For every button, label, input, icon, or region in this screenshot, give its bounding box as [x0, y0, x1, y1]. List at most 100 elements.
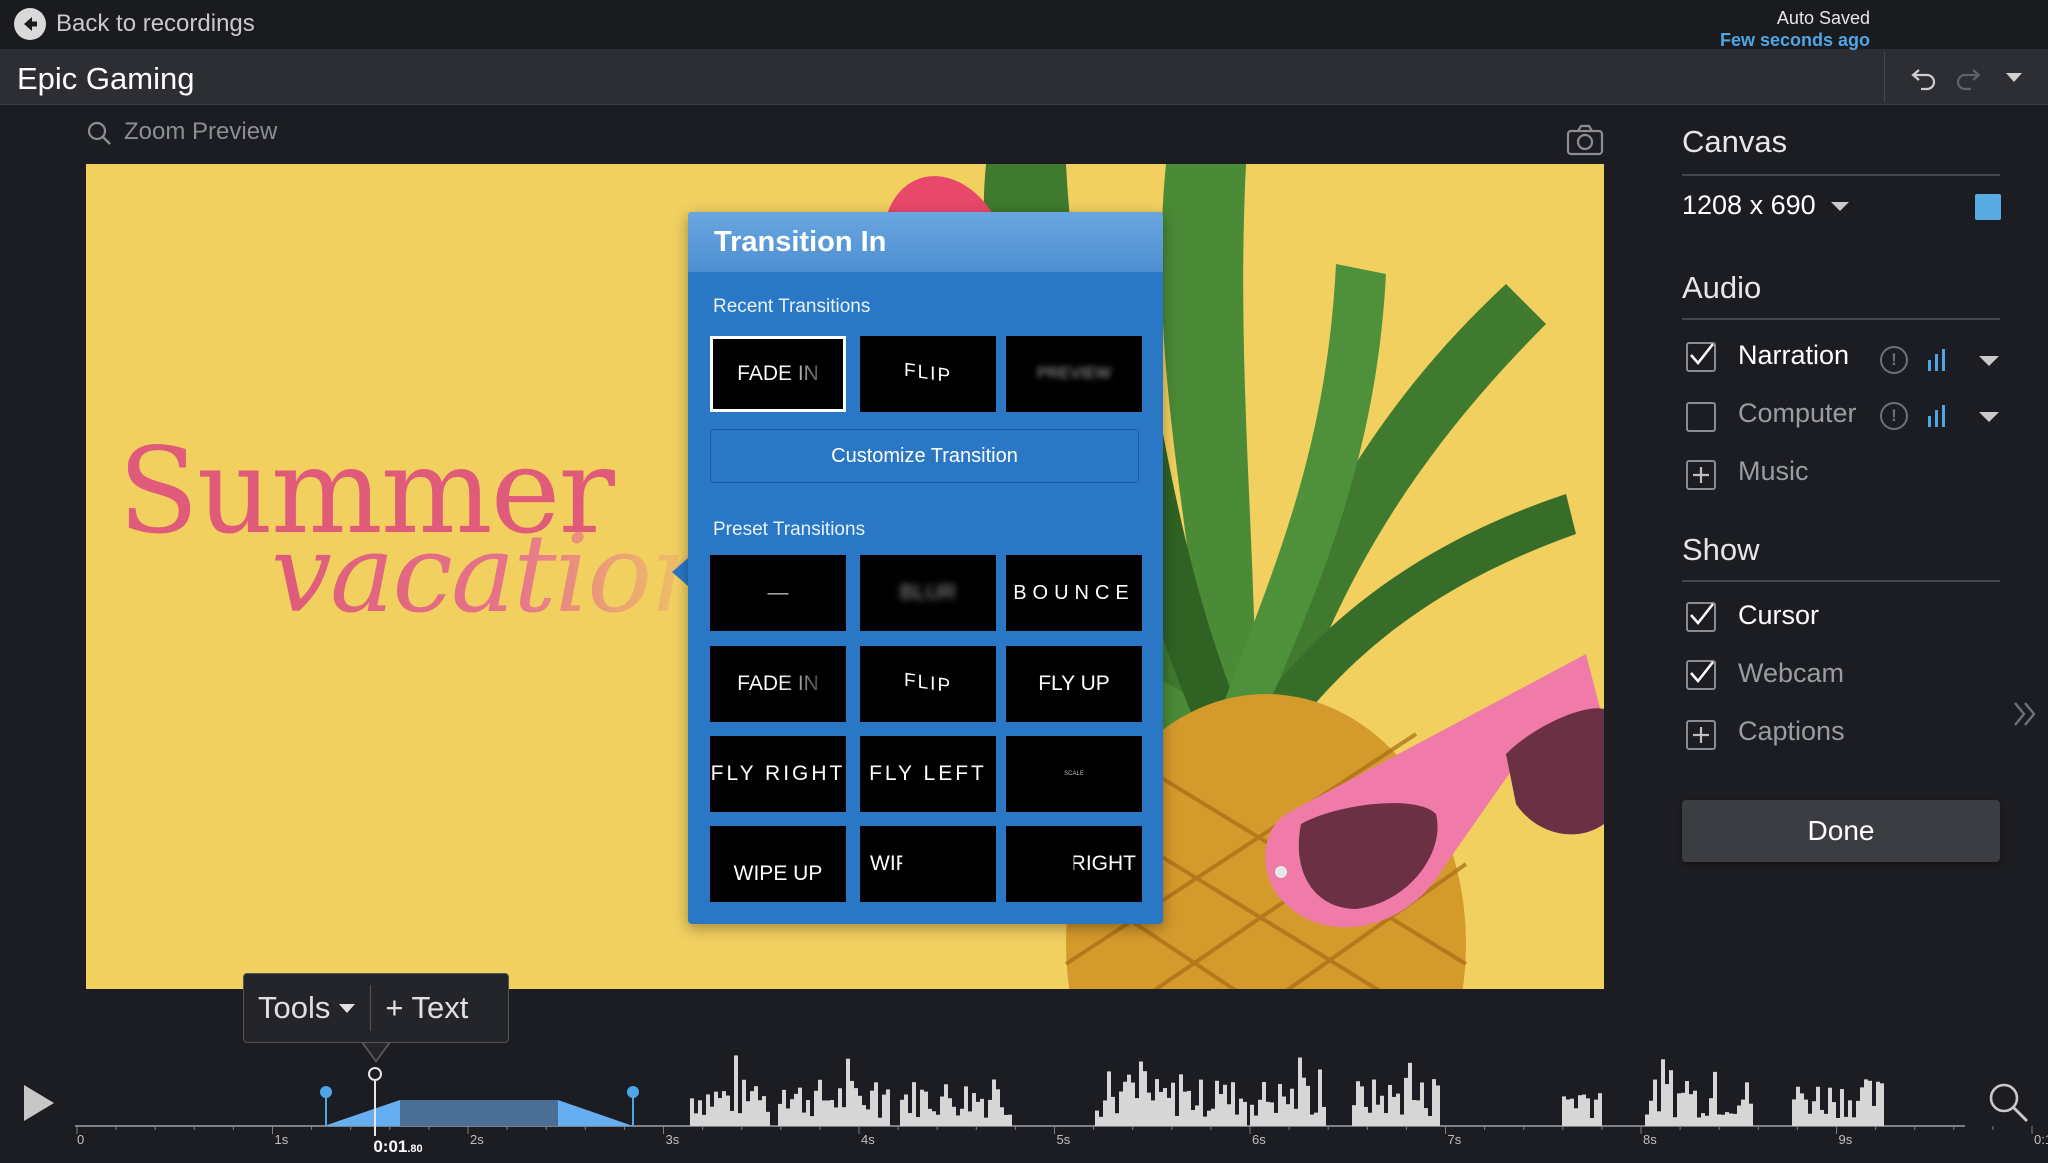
- preset-transition-tile[interactable]: WIPE UP: [710, 826, 846, 902]
- transition-region[interactable]: [400, 1100, 558, 1126]
- waveform-bar: [1880, 1083, 1884, 1126]
- search-icon: [87, 121, 111, 145]
- waveform-bar: [710, 1106, 714, 1126]
- waveform-bar: [1111, 1096, 1115, 1126]
- preset-transition-tile[interactable]: WIPE RIGHT: [1006, 826, 1142, 902]
- playhead-time-sub: .80: [407, 1143, 422, 1155]
- customize-transition-button[interactable]: Customize Transition: [710, 429, 1139, 483]
- preset-transition-tile[interactable]: WIPE: [860, 826, 996, 902]
- webcam-checkbox[interactable]: [1686, 660, 1716, 690]
- computer-warning-icon[interactable]: !: [1880, 402, 1908, 430]
- waveform-bar: [1191, 1109, 1195, 1126]
- preset-transitions-label: Preset Transitions: [713, 519, 866, 540]
- tile-label: —: [767, 581, 789, 604]
- waveform-bar: [944, 1084, 948, 1126]
- waveform-bar: [878, 1117, 882, 1126]
- project-title[interactable]: Epic Gaming: [17, 61, 194, 97]
- preset-transition-tile[interactable]: SCALE: [1006, 736, 1142, 812]
- waveform-bar: [746, 1101, 750, 1126]
- waveform-bar: [734, 1055, 738, 1126]
- waveform-bar: [1159, 1091, 1163, 1126]
- waveform-bar: [1709, 1098, 1713, 1126]
- preset-transition-tile[interactable]: FLIP: [860, 646, 996, 722]
- transition-start-handle[interactable]: [320, 1086, 332, 1098]
- recent-transition-tile[interactable]: FADE IN: [710, 336, 846, 412]
- computer-dropdown-chevron-icon[interactable]: [1978, 410, 2000, 424]
- waveform-bar: [1235, 1114, 1239, 1126]
- tools-toolbar: Tools + Text: [243, 973, 509, 1043]
- zoom-preview-button[interactable]: Zoom Preview: [86, 118, 277, 146]
- waveform-bar: [1103, 1100, 1107, 1126]
- add-text-button[interactable]: + Text: [385, 990, 468, 1026]
- show-heading: Show: [1682, 532, 1760, 567]
- timeline[interactable]: 0:01.80 0 1s 2s 3s 4s 5s 6s 7s 8s 9s 0:10: [0, 1040, 2048, 1163]
- waveform-bar: [1095, 1110, 1099, 1126]
- timeline-tick-label: 1s: [275, 1132, 289, 1147]
- waveform-bar: [758, 1100, 762, 1126]
- divider: [1884, 52, 1885, 102]
- waveform-bar: [1318, 1069, 1322, 1126]
- tile-label: WIPE: [870, 852, 924, 875]
- waveform-bar: [1396, 1093, 1400, 1126]
- waveform-bar: [1416, 1100, 1420, 1126]
- preset-transition-tile[interactable]: FLY LEFT: [860, 736, 996, 812]
- waveform-bar: [1211, 1108, 1215, 1126]
- computer-audio-checkbox[interactable]: [1686, 402, 1716, 432]
- undo-button[interactable]: [1904, 60, 1944, 94]
- waveform-bar: [730, 1110, 734, 1126]
- timeline-tick-label: 0: [77, 1132, 84, 1147]
- cursor-checkbox[interactable]: [1686, 602, 1716, 632]
- waveform-bar: [1175, 1115, 1179, 1126]
- narration-level-icon[interactable]: [1926, 348, 1948, 372]
- playhead-handle[interactable]: [368, 1067, 382, 1081]
- waveform-bar: [1582, 1094, 1586, 1126]
- canvas-size-dropdown[interactable]: 1208 x 690: [1682, 190, 1850, 221]
- waveform-bar: [866, 1109, 870, 1126]
- done-button[interactable]: Done: [1682, 800, 2000, 862]
- back-to-recordings-button[interactable]: Back to recordings: [14, 8, 255, 40]
- waveform-bar: [1649, 1100, 1653, 1126]
- canvas-size-value: 1208 x 690: [1682, 190, 1816, 220]
- waveform-bar: [1404, 1077, 1408, 1126]
- narration-warning-icon[interactable]: !: [1880, 346, 1908, 374]
- more-menu-button[interactable]: [1994, 60, 2034, 94]
- headline-vacation: vacation: [271, 512, 720, 637]
- transition-end-handle[interactable]: [627, 1086, 639, 1098]
- divider: [1682, 580, 2000, 582]
- canvas-color-swatch[interactable]: [1975, 194, 2001, 220]
- narration-checkbox[interactable]: [1686, 342, 1716, 372]
- recent-transition-tile[interactable]: PREVIEW: [1006, 336, 1142, 412]
- waveform-bar: [1199, 1079, 1203, 1126]
- waveform-bar: [1574, 1108, 1578, 1126]
- narration-dropdown-chevron-icon[interactable]: [1978, 354, 2000, 368]
- preset-transition-tile[interactable]: FLY UP: [1006, 646, 1142, 722]
- waveform-bar: [1143, 1071, 1147, 1126]
- waveform-bar: [1792, 1099, 1796, 1126]
- tools-dropdown[interactable]: Tools: [258, 990, 356, 1026]
- waveform-bar: [858, 1095, 862, 1126]
- computer-level-icon[interactable]: [1926, 404, 1948, 428]
- preset-transition-tile[interactable]: FADE IN: [710, 646, 846, 722]
- recent-transition-tile[interactable]: FLIP: [860, 336, 996, 412]
- waveform-bar: [1578, 1095, 1582, 1126]
- waveform-bar: [794, 1093, 798, 1126]
- divider: [1682, 174, 2000, 176]
- preset-transition-tile[interactable]: —: [710, 555, 846, 631]
- preset-transition-tile[interactable]: BLUR: [860, 555, 996, 631]
- redo-button[interactable]: [1948, 60, 1988, 94]
- preset-transition-tile[interactable]: BOUNCE: [1006, 555, 1142, 631]
- waveform-bar: [1167, 1097, 1171, 1126]
- waveform-bar: [1262, 1081, 1266, 1126]
- waveform-bar: [1804, 1099, 1808, 1126]
- add-music-button[interactable]: [1686, 460, 1716, 490]
- add-captions-button[interactable]: [1686, 720, 1716, 750]
- waveform-bar: [1239, 1098, 1243, 1126]
- screenshot-button[interactable]: [1566, 124, 1604, 156]
- waveform-bar: [822, 1100, 826, 1126]
- canvas-heading: Canvas: [1682, 124, 1788, 159]
- timeline-zoom-icon[interactable]: [1986, 1080, 2030, 1124]
- waveform-bar: [814, 1090, 818, 1126]
- expand-panel-icon[interactable]: [2012, 700, 2038, 728]
- autosave-status: Auto Saved Few seconds ago: [1720, 8, 1870, 51]
- preset-transition-tile[interactable]: FLY RIGHT: [710, 736, 846, 812]
